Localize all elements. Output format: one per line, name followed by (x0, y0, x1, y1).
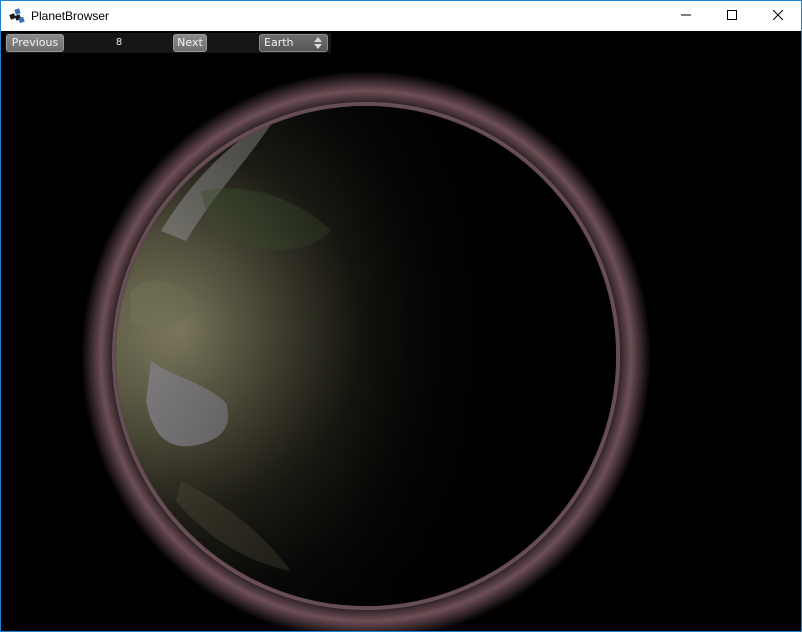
up-down-arrows-icon (313, 36, 323, 50)
next-button[interactable]: Next (173, 34, 207, 52)
planet-toolbar: Previous 8 Next Earth (5, 33, 331, 53)
planet-render (81, 71, 651, 631)
previous-button[interactable]: Previous (6, 34, 64, 52)
planet-select[interactable]: Earth (259, 34, 328, 52)
app-window: PlanetBrowser Previous 8 Next Earth (0, 0, 802, 632)
window-controls (663, 1, 801, 31)
window-title: PlanetBrowser (31, 9, 110, 23)
minimize-icon (681, 7, 691, 25)
planet-index: 8 (115, 37, 123, 48)
close-button[interactable] (755, 1, 801, 31)
title-bar[interactable]: PlanetBrowser (1, 1, 801, 31)
close-icon (772, 7, 784, 25)
app-logo-icon (9, 8, 25, 24)
maximize-icon (727, 7, 737, 25)
planet-select-value: Earth (264, 36, 294, 49)
minimize-button[interactable] (663, 1, 709, 31)
maximize-button[interactable] (709, 1, 755, 31)
render-viewport[interactable]: Previous 8 Next Earth (1, 31, 801, 631)
